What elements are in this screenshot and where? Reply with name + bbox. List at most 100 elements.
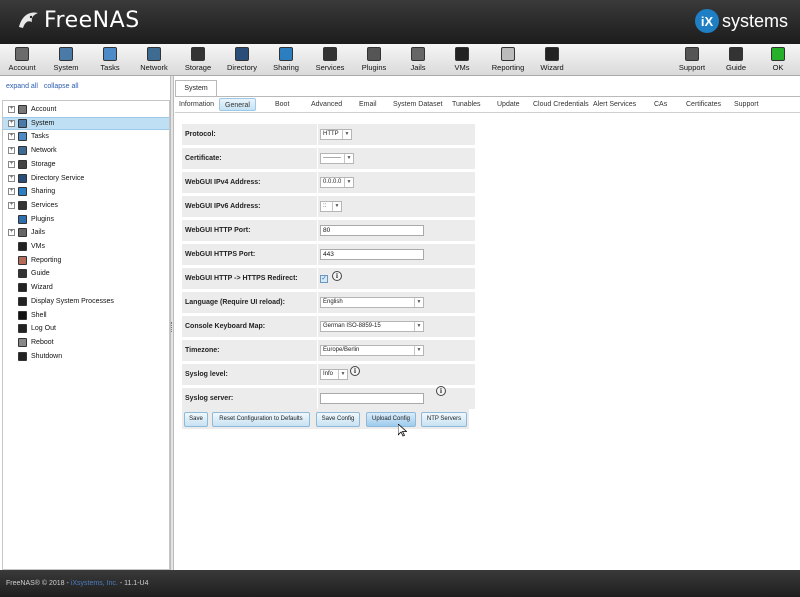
jails-icon (411, 47, 425, 61)
reset-defaults-button[interactable]: Reset Configuration to Defaults (212, 412, 310, 427)
timezone-select[interactable]: Europe/Berlin ▼ (320, 345, 424, 356)
tree-item-network[interactable]: + Network (3, 144, 169, 157)
subtab-advanced[interactable]: Advanced (311, 98, 342, 111)
tree-item-reboot[interactable]: Reboot (3, 336, 169, 349)
subtab-cloud-credentials[interactable]: Cloud Credentials (533, 98, 589, 111)
logout-icon (18, 324, 27, 334)
certificate-label: Certificate: (182, 148, 317, 170)
expand-plus-icon[interactable]: + (8, 106, 15, 113)
tree-item-label: Tasks (31, 133, 49, 141)
ntp-servers-button[interactable]: NTP Servers (421, 412, 467, 427)
http-port-input[interactable]: 80 (320, 225, 424, 236)
tree-item-system[interactable]: + System (3, 116, 169, 130)
save-config-button[interactable]: Save Config (316, 412, 360, 427)
tree-item-label: VMs (31, 243, 45, 250)
toolbar-wizard-button[interactable]: Wizard (530, 46, 574, 74)
https-port-input[interactable]: 443 (320, 249, 424, 260)
subtab-boot[interactable]: Boot (275, 98, 289, 111)
timezone-row: Timezone: Europe/Berlin ▼ (182, 340, 475, 362)
freenas-logo[interactable]: FreeNAS (16, 8, 140, 33)
expand-plus-icon[interactable]: + (8, 119, 15, 127)
toolbar-tasks-button[interactable]: Tasks (88, 46, 132, 74)
subtab-information[interactable]: Information (179, 98, 214, 111)
tree-item-shutdown[interactable]: Shutdown (3, 350, 169, 363)
info-icon[interactable]: i (350, 366, 360, 376)
toolbar-services-button[interactable]: Services (308, 46, 352, 74)
ipv6-select[interactable]: :: ▼ (320, 201, 342, 212)
info-icon[interactable]: i (436, 386, 446, 396)
expand-plus-icon[interactable]: + (8, 147, 15, 155)
tree-item-tasks[interactable]: + Tasks (3, 130, 169, 143)
panel-splitter[interactable] (170, 76, 174, 570)
upload-config-button[interactable]: Upload Config (366, 412, 416, 427)
tab-system[interactable]: System (175, 80, 217, 97)
toolbar-jails-button[interactable]: Jails (396, 46, 440, 74)
collapse-all-link[interactable]: collapse all (44, 83, 79, 90)
expand-plus-icon[interactable]: + (8, 188, 15, 196)
expand-plus-icon[interactable]: + (8, 229, 15, 237)
language-select[interactable]: English ▼ (320, 297, 424, 308)
support-icon (685, 47, 699, 61)
tree-item-log-out[interactable]: Log Out (3, 322, 169, 335)
syslog-server-label: Syslog server: (182, 388, 317, 410)
expand-plus-icon[interactable]: + (8, 201, 15, 209)
expand-all-link[interactable]: expand all (6, 83, 38, 90)
tree-item-account[interactable]: + Account (3, 103, 169, 116)
protocol-select[interactable]: HTTP ▼ (320, 129, 352, 140)
toolbar-system-button[interactable]: System (44, 46, 88, 74)
tree-item-sharing[interactable]: + Sharing (3, 185, 169, 198)
toolbar-directory-button[interactable]: Directory (220, 46, 264, 74)
expand-plus-icon[interactable]: + (8, 160, 15, 168)
toolbar-ok-button[interactable]: OK (756, 46, 800, 74)
system-icon (59, 47, 73, 61)
toolbar-plugins-button[interactable]: Plugins (352, 46, 396, 74)
ipv4-select[interactable]: 0.0.0.0 ▼ (320, 177, 354, 188)
expand-plus-icon[interactable]: + (8, 133, 15, 141)
subtab-support[interactable]: Support (734, 98, 759, 111)
tree-item-reporting[interactable]: Reporting (3, 254, 169, 267)
tree-item-directory-service[interactable]: + Directory Service (3, 172, 169, 185)
tree-item-plugins[interactable]: Plugins (3, 213, 169, 226)
toolbar-vms-button[interactable]: VMs (440, 46, 484, 74)
keyboard-select[interactable]: German ISO-8859-15 ▼ (320, 321, 424, 332)
tree-item-jails[interactable]: + Jails (3, 226, 169, 239)
subtab-system-dataset[interactable]: System Dataset (393, 98, 442, 111)
storage-icon (191, 47, 205, 61)
tree-item-wizard[interactable]: Wizard (3, 281, 169, 294)
tree-item-vms[interactable]: VMs (3, 240, 169, 253)
syslog-server-input[interactable] (320, 393, 424, 404)
subtab-general[interactable]: General (219, 98, 256, 111)
subtab-tunables[interactable]: Tunables (452, 98, 481, 111)
subtab-cas[interactable]: CAs (654, 98, 667, 111)
toolbar-support-button[interactable]: Support (670, 46, 714, 74)
toolbar-account-button[interactable]: Account (0, 46, 44, 74)
subtab-email[interactable]: Email (359, 98, 377, 111)
save-button[interactable]: Save (184, 412, 208, 427)
toolbar-label: VMs (454, 63, 470, 72)
directory-icon (235, 47, 249, 61)
toolbar-guide-button[interactable]: Guide (714, 46, 758, 74)
tree-item-guide[interactable]: Guide (3, 267, 169, 280)
info-icon[interactable]: i (332, 271, 342, 281)
toolbar-storage-button[interactable]: Storage (176, 46, 220, 74)
account-icon (15, 47, 29, 61)
syslog-level-select[interactable]: Info ▼ (320, 369, 348, 380)
tree-item-services[interactable]: + Services (3, 199, 169, 212)
tree-item-label: Jails (31, 229, 46, 237)
tree-item-shell[interactable]: Shell (3, 309, 169, 322)
tree-item-label: Shell (31, 311, 47, 319)
subtab-update[interactable]: Update (497, 98, 520, 111)
ixsystems-logo[interactable]: iX systems (694, 9, 788, 33)
tree-item-display-system-processes[interactable]: Display System Processes (3, 295, 169, 308)
subtab-certificates[interactable]: Certificates (686, 98, 721, 111)
subtab-alert-services[interactable]: Alert Services (593, 98, 636, 111)
toolbar-reporting-button[interactable]: Reporting (486, 46, 530, 74)
tree-item-storage[interactable]: + Storage (3, 158, 169, 171)
expand-plus-icon[interactable]: + (8, 174, 15, 182)
certificate-select[interactable]: --------- ▼ (320, 153, 354, 164)
footer-company-link[interactable]: iXsystems, Inc. (71, 580, 118, 587)
toolbar-network-button[interactable]: Network (132, 46, 176, 74)
splitter-grip[interactable] (171, 322, 173, 332)
redirect-checkbox[interactable]: ✓ (320, 275, 328, 283)
toolbar-sharing-button[interactable]: Sharing (264, 46, 308, 74)
